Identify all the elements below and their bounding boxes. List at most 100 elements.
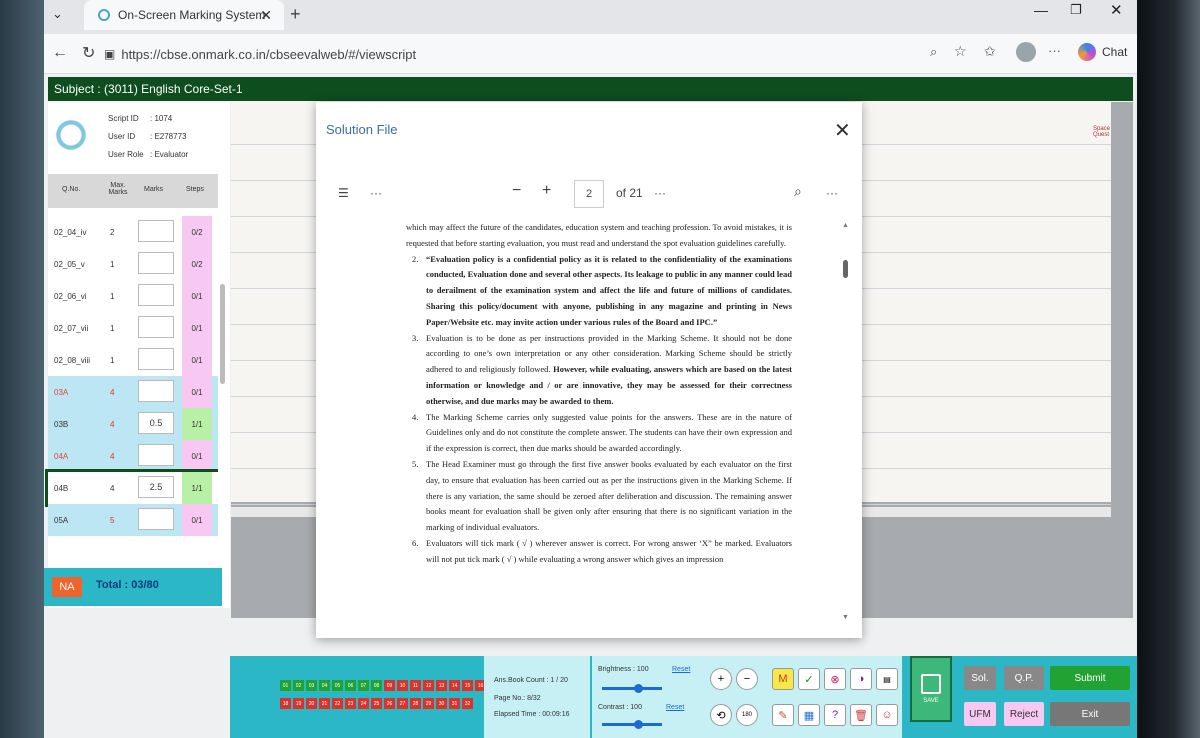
- page-button[interactable]: 14: [449, 680, 460, 691]
- brightness-slider[interactable]: [602, 687, 662, 690]
- marks-input[interactable]: [138, 444, 174, 466]
- marks-input[interactable]: [138, 284, 174, 306]
- page-button[interactable]: 32: [462, 698, 473, 709]
- zoom-icon[interactable]: ⌕: [930, 44, 937, 60]
- question-row[interactable]: 02_06_vi 1 0/1: [48, 280, 218, 312]
- browser-tab[interactable]: On-Screen Marking System ✕: [84, 0, 284, 30]
- zoom-out-tool[interactable]: −: [736, 668, 758, 690]
- more-pages-icon[interactable]: ···: [654, 186, 666, 200]
- page-button[interactable]: 27: [397, 698, 408, 709]
- contrast-knob[interactable]: [634, 720, 643, 729]
- document-scrollbar[interactable]: ▲ ▼: [842, 222, 850, 622]
- search-icon[interactable]: ⌕: [794, 183, 802, 200]
- rotate-tool[interactable]: ⟲: [710, 704, 732, 726]
- cross-tool[interactable]: ⊗: [824, 668, 846, 690]
- marks-input[interactable]: [138, 380, 174, 402]
- delete-tool[interactable]: 🗑: [850, 704, 872, 726]
- favorites-bar-icon[interactable]: ✩: [984, 43, 996, 60]
- page-button[interactable]: 15: [462, 680, 473, 691]
- restore-icon[interactable]: ❐: [1070, 2, 1082, 18]
- save-button[interactable]: SAVE: [910, 656, 952, 722]
- brightness-reset-link[interactable]: Reset: [672, 666, 690, 673]
- question-scrollbar[interactable]: [218, 174, 228, 564]
- page-button[interactable]: 11: [410, 680, 421, 691]
- page-button[interactable]: 04: [319, 680, 330, 691]
- rotate-180-tool[interactable]: 180: [736, 704, 758, 726]
- qp-button[interactable]: Q.P.: [1004, 666, 1044, 690]
- more-icon[interactable]: ···: [1048, 43, 1061, 58]
- m-tool[interactable]: M: [772, 668, 794, 690]
- profile-avatar[interactable]: [1016, 42, 1036, 62]
- page-button[interactable]: 13: [436, 680, 447, 691]
- question-row[interactable]: 03A 4 0/1: [48, 376, 218, 408]
- marks-input[interactable]: [138, 220, 174, 242]
- question-row[interactable]: 02_05_v 1 0/2: [48, 248, 218, 280]
- page-button[interactable]: 03: [306, 680, 317, 691]
- page-button[interactable]: 09: [384, 680, 395, 691]
- chevron-down-icon[interactable]: ⌄: [52, 6, 63, 22]
- scroll-down-icon[interactable]: ▼: [842, 614, 849, 621]
- na-button[interactable]: NA: [52, 577, 82, 597]
- marks-input[interactable]: [138, 316, 174, 338]
- tick-tool[interactable]: ✓: [798, 668, 820, 690]
- close-window-icon[interactable]: ✕: [1110, 1, 1123, 19]
- chat-label[interactable]: Chat: [1102, 45, 1127, 59]
- page-button[interactable]: 18: [280, 698, 291, 709]
- page-button[interactable]: 07: [358, 680, 369, 691]
- refresh-icon[interactable]: ↻: [82, 43, 95, 63]
- question-row[interactable]: 02_08_viii 1 0/1: [48, 344, 218, 376]
- page-number-input[interactable]: 2: [574, 180, 604, 208]
- page-button[interactable]: 25: [371, 698, 382, 709]
- question-row[interactable]: 02_04_iv 2 0/2: [48, 216, 218, 248]
- brightness-knob[interactable]: [634, 684, 643, 693]
- zoom-in-button[interactable]: +: [542, 182, 551, 200]
- page-button[interactable]: 10: [397, 680, 408, 691]
- message-tool[interactable]: ☺: [876, 704, 898, 726]
- marks-input[interactable]: [138, 348, 174, 370]
- submit-button[interactable]: Submit: [1050, 666, 1130, 690]
- question-row[interactable]: 03B 4 0.5 1/1: [48, 408, 218, 440]
- settings-more-icon[interactable]: ···: [826, 186, 838, 200]
- page-button[interactable]: 21: [319, 698, 330, 709]
- page-button[interactable]: 31: [449, 698, 460, 709]
- marks-input[interactable]: [138, 508, 174, 530]
- zoom-out-button[interactable]: −: [512, 182, 521, 200]
- marks-input[interactable]: 2.5: [138, 476, 174, 498]
- page-button[interactable]: 01: [280, 680, 291, 691]
- page-button[interactable]: 05: [332, 680, 343, 691]
- page-button[interactable]: 24: [358, 698, 369, 709]
- page-button[interactable]: 12: [423, 680, 434, 691]
- scroll-up-icon[interactable]: ▲: [842, 222, 849, 229]
- question-row[interactable]: 04A 4 0/1: [48, 440, 218, 472]
- url-field[interactable]: ▣ https://cbse.onmark.co.in/cbseevalweb/…: [104, 40, 964, 68]
- page-button[interactable]: 29: [423, 698, 434, 709]
- contrast-slider[interactable]: [602, 723, 662, 726]
- exit-button[interactable]: Exit: [1050, 702, 1130, 726]
- zoom-in-tool[interactable]: +: [710, 668, 732, 690]
- question-row[interactable]: 05A 5 0/1: [48, 504, 218, 536]
- page-button[interactable]: 19: [293, 698, 304, 709]
- close-tab-icon[interactable]: ✕: [260, 7, 272, 24]
- contrast-reset-link[interactable]: Reset: [666, 704, 684, 711]
- scroll-thumb[interactable]: [220, 284, 225, 384]
- sol-button[interactable]: Sol.: [964, 666, 996, 690]
- back-icon[interactable]: ←: [52, 44, 68, 62]
- note-tool[interactable]: ✎: [772, 704, 794, 726]
- marks-input[interactable]: [138, 252, 174, 274]
- question-row[interactable]: 02_07_vii 1 0/1: [48, 312, 218, 344]
- new-tab-icon[interactable]: +: [290, 4, 301, 25]
- question-tool[interactable]: ?: [824, 704, 846, 726]
- page-button[interactable]: 20: [306, 698, 317, 709]
- page-button[interactable]: 30: [436, 698, 447, 709]
- page-button[interactable]: 28: [410, 698, 421, 709]
- ufm-button[interactable]: UFM: [964, 702, 996, 726]
- half-mark-tool[interactable]: ◑: [850, 668, 872, 690]
- marks-input[interactable]: 0.5: [138, 412, 174, 434]
- page-button[interactable]: 23: [345, 698, 356, 709]
- document-scroll-thumb[interactable]: [843, 260, 848, 278]
- site-info-icon[interactable]: ▣: [104, 47, 115, 61]
- more-options-icon[interactable]: ···: [370, 186, 382, 200]
- contents-icon[interactable]: ☰: [338, 186, 349, 200]
- page-button[interactable]: 26: [384, 698, 395, 709]
- copilot-icon[interactable]: [1078, 43, 1096, 61]
